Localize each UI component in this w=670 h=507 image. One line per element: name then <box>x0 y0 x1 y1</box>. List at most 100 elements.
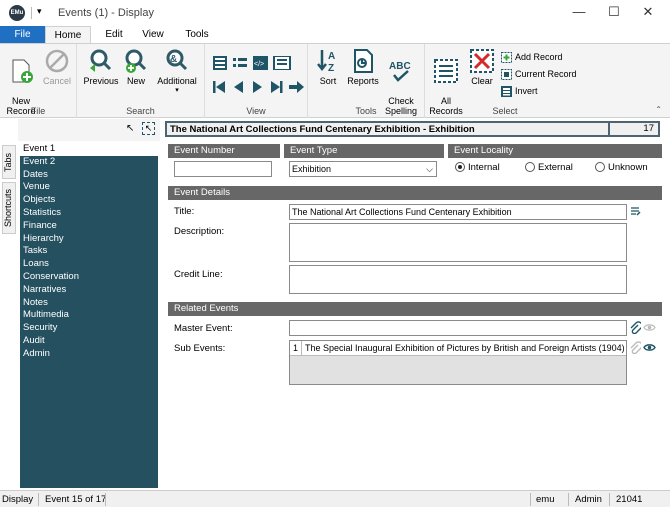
record-header: The National Art Collections Fund Centen… <box>165 121 660 137</box>
add-record-button[interactable]: Add Record <box>501 50 563 64</box>
status-id: 21041 <box>616 494 643 505</box>
new-search-button[interactable]: New <box>122 48 150 86</box>
status-mode: Display <box>2 494 34 505</box>
tab-tools[interactable]: Tools <box>180 26 214 44</box>
sub-event-row[interactable]: 1 The Special Inaugural Exhibition of Pi… <box>290 341 626 356</box>
locality-internal-radio[interactable]: Internal <box>455 162 500 173</box>
nav-item-hierarchy[interactable]: Hierarchy <box>20 233 158 246</box>
edit-text-icon[interactable] <box>630 205 641 217</box>
chevron-down-icon[interactable]: ⌵ <box>426 162 433 176</box>
nav-item-dates[interactable]: Dates <box>20 169 158 182</box>
attach-icon-disabled[interactable] <box>629 341 641 354</box>
view-icon[interactable] <box>643 343 656 352</box>
quick-access-dropdown-icon[interactable]: ▾ <box>37 6 42 17</box>
minimize-button[interactable]: — <box>565 4 593 19</box>
description-field[interactable] <box>289 223 627 262</box>
additional-search-button[interactable]: & Additional ▾ <box>153 48 201 96</box>
event-type-select[interactable]: Exhibition ⌵ <box>289 161 437 177</box>
clear-selection-button[interactable]: Clear <box>467 48 497 86</box>
locality-unknown-radio[interactable]: Unknown <box>595 162 648 173</box>
svg-text:A: A <box>328 51 335 62</box>
tab-tabs[interactable]: Tabs <box>2 145 16 179</box>
tab-edit[interactable]: Edit <box>96 26 132 44</box>
ribbon-group-file: New Record Cancel File <box>0 44 77 118</box>
view-icon-disabled[interactable] <box>643 323 656 332</box>
attach-icon[interactable] <box>629 321 641 334</box>
first-record-icon[interactable] <box>213 81 225 93</box>
side-tabs: Tabs Shortcuts <box>0 140 18 490</box>
page-view-icon[interactable] <box>273 56 291 70</box>
nav-item-narratives[interactable]: Narratives <box>20 284 158 297</box>
view-modes: </> <box>213 56 291 70</box>
nav-item-audit[interactable]: Audit <box>20 335 158 348</box>
nav-item-tasks[interactable]: Tasks <box>20 245 158 258</box>
group-label-view: View <box>246 106 266 116</box>
locality-external-radio[interactable]: External <box>525 162 573 173</box>
nav-item-multimedia[interactable]: Multimedia <box>20 309 158 322</box>
nav-item-statistics[interactable]: Statistics <box>20 207 158 220</box>
reports-button[interactable]: Reports <box>346 48 380 86</box>
event-locality-header: Event Locality <box>448 144 662 158</box>
details-view-icon[interactable] <box>213 56 227 70</box>
pointer-icon[interactable]: ↖ <box>126 123 134 134</box>
nav-item-security[interactable]: Security <box>20 322 158 335</box>
status-divider <box>105 493 106 506</box>
nav-pane-toolbar: ↖ ↖ <box>18 119 160 141</box>
tab-shortcuts[interactable]: Shortcuts <box>2 182 16 234</box>
additional-dropdown-icon[interactable]: ▾ <box>153 86 201 96</box>
nav-item-admin[interactable]: Admin <box>20 348 158 361</box>
sub-events-grid[interactable]: 1 The Special Inaugural Exhibition of Pi… <box>289 340 627 385</box>
additional-search-icon: & <box>166 49 188 71</box>
event-number-header: Event Number <box>168 144 280 158</box>
sub-events-label: Sub Events: <box>174 343 226 354</box>
xml-view-icon[interactable]: </> <box>253 56 268 70</box>
list-view-icon[interactable] <box>233 58 247 67</box>
nav-item-event-2[interactable]: Event 2 <box>20 156 158 169</box>
last-record-icon[interactable] <box>271 81 283 93</box>
nav-item-conservation[interactable]: Conservation <box>20 271 158 284</box>
qat-divider <box>31 7 32 19</box>
previous-button[interactable]: Previous <box>81 48 121 86</box>
reports-icon <box>354 49 373 73</box>
tab-file[interactable]: File <box>0 26 45 44</box>
invert-selection-button[interactable]: Invert <box>501 84 538 98</box>
credit-line-label: Credit Line: <box>174 269 223 280</box>
go-to-record-icon[interactable] <box>289 81 304 93</box>
nav-item-venue[interactable]: Venue <box>20 181 158 194</box>
nav-item-objects[interactable]: Objects <box>20 194 158 207</box>
previous-record-icon[interactable] <box>234 81 243 93</box>
window-title: Events (1) - Display <box>58 7 154 19</box>
current-record-button[interactable]: Current Record <box>501 67 577 81</box>
sub-event-value[interactable]: The Special Inaugural Exhibition of Pict… <box>305 341 625 356</box>
locality-internal-label: Internal <box>468 162 500 173</box>
event-number-field[interactable] <box>174 161 272 177</box>
sort-icon: A Z <box>317 50 335 74</box>
group-label-file: File <box>30 106 46 116</box>
app-logo-icon[interactable]: EMu <box>9 5 25 21</box>
sort-button[interactable]: A Z Sort <box>314 48 342 86</box>
nav-item-event-1[interactable]: Event 1 <box>20 143 158 156</box>
add-record-label: Add Record <box>515 52 563 62</box>
current-record-icon <box>501 69 512 81</box>
nav-item-notes[interactable]: Notes <box>20 297 158 310</box>
next-record-icon[interactable] <box>253 81 262 93</box>
title-field[interactable]: The National Art Collections Fund Centen… <box>289 204 627 220</box>
previous-search-icon <box>90 49 112 72</box>
credit-line-field[interactable] <box>289 265 627 294</box>
current-record-label: Current Record <box>515 69 577 79</box>
tab-home[interactable]: Home <box>45 26 91 44</box>
ribbon-group-view: </> View <box>205 44 308 118</box>
record-heading: The National Art Collections Fund Centen… <box>170 124 475 135</box>
select-pointer-icon[interactable]: ↖ <box>142 122 155 135</box>
maximize-button[interactable]: ☐ <box>600 4 628 20</box>
new-search-icon <box>125 49 147 73</box>
close-button[interactable]: ✕ <box>634 4 662 20</box>
master-event-field[interactable] <box>289 320 627 336</box>
nav-item-finance[interactable]: Finance <box>20 220 158 233</box>
ribbon-group-search: Previous New & Additional ▾ Search <box>77 44 205 118</box>
nav-item-loans[interactable]: Loans <box>20 258 158 271</box>
collapse-ribbon-icon[interactable]: ⌃ <box>655 105 662 114</box>
record-navigation <box>213 81 304 93</box>
cancel-button[interactable]: Cancel <box>40 48 74 86</box>
tab-view[interactable]: View <box>137 26 169 44</box>
